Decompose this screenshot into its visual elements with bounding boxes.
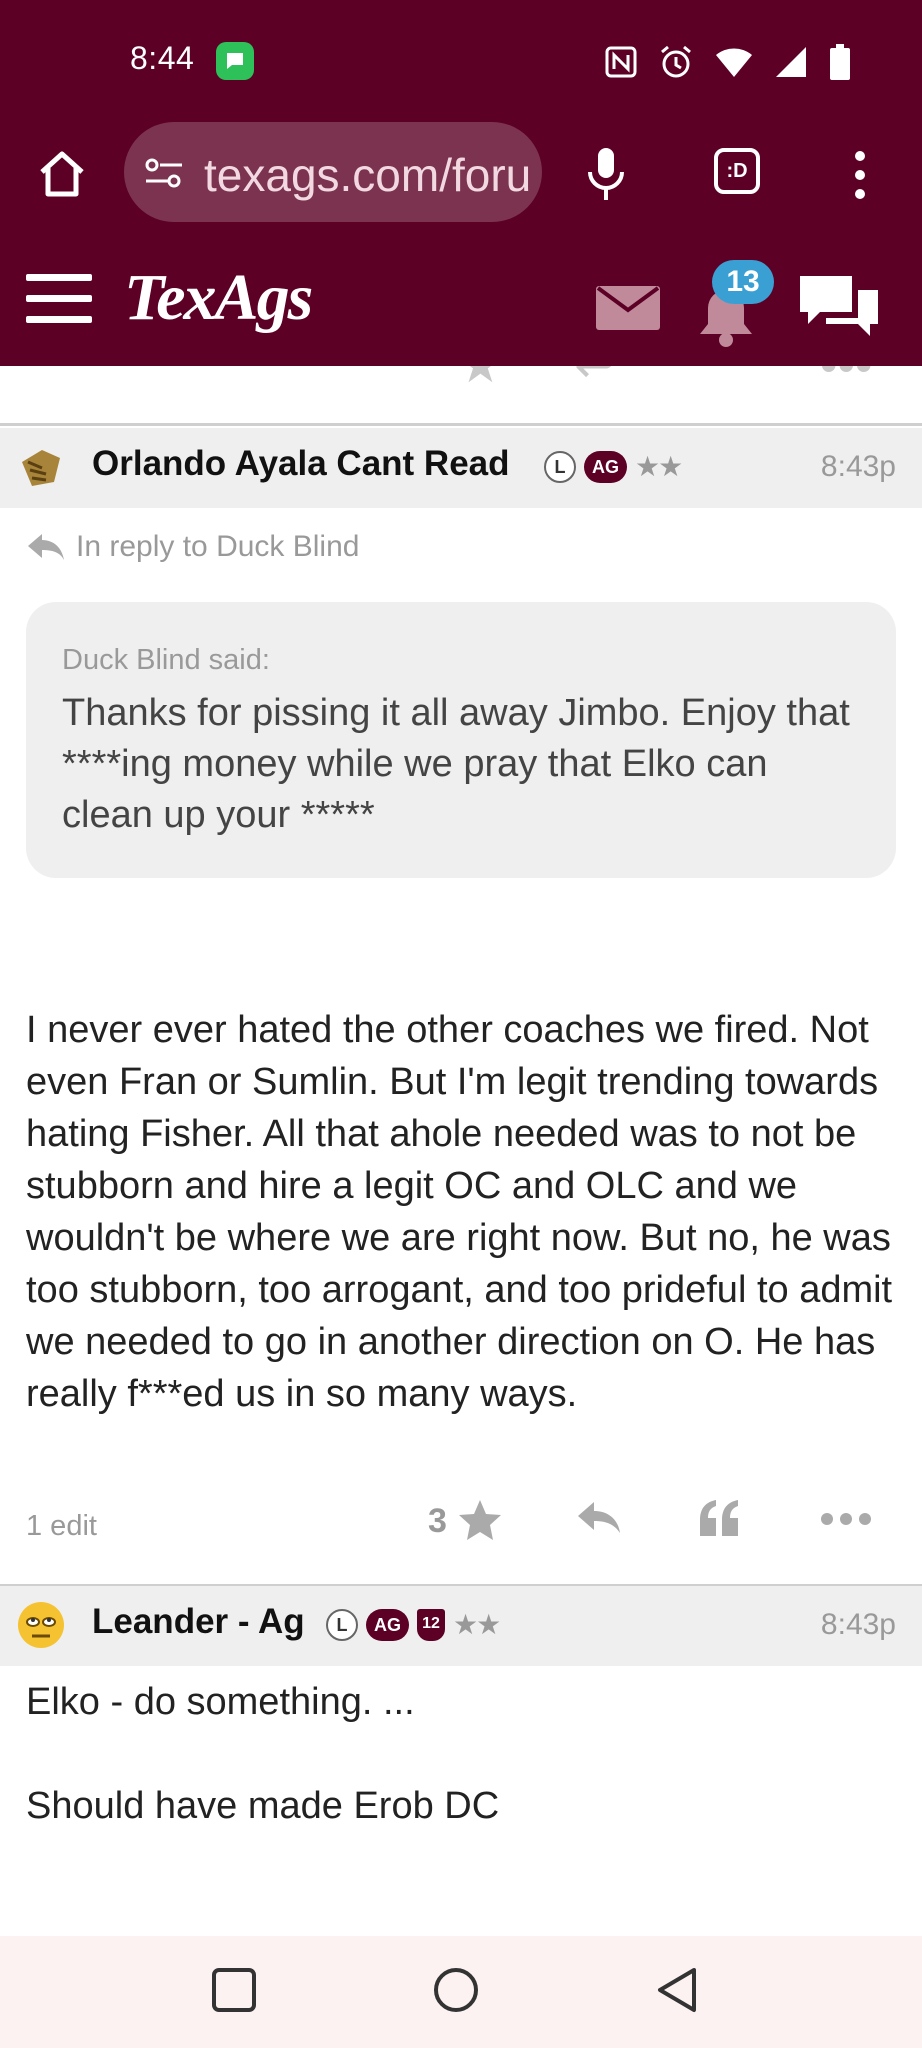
rank-stars: ★★ [453, 1609, 501, 1640]
edit-count[interactable]: 1 edit [26, 1510, 97, 1543]
post-footer: 1 edit 3 [0, 1492, 922, 1562]
reply-icon[interactable]: ↩ [574, 366, 616, 394]
ag-badge: AG [584, 450, 627, 483]
quote-text: Thanks for pissing it all away Jimbo. En… [62, 692, 850, 836]
more-icon[interactable]: ••• [820, 366, 873, 394]
url-text: texags.com/forums [204, 149, 529, 201]
chat-icon[interactable] [796, 272, 882, 340]
quote-icon[interactable] [698, 1498, 742, 1538]
post-body: Elko - do something. ... Should have mad… [26, 1676, 906, 1832]
rank-stars: ★★ [635, 451, 683, 482]
post-time[interactable]: 8:43p [821, 1608, 896, 1642]
signal-icon [776, 47, 806, 77]
site-header: TexAgs 13 [0, 230, 922, 366]
home-icon[interactable] [36, 148, 88, 200]
microphone-icon[interactable] [586, 144, 626, 204]
poster-name[interactable]: Orlando Ayala Cant Read [92, 444, 510, 484]
avatar[interactable] [16, 442, 66, 492]
ag-badge: AG [366, 1608, 409, 1641]
poster-name[interactable]: Leander - Ag [92, 1602, 305, 1642]
home-circle-icon[interactable] [432, 1966, 480, 2014]
reply-arrow-icon [28, 534, 64, 560]
more-options-icon[interactable] [852, 150, 868, 200]
12th-man-badge: 12 [417, 1608, 445, 1641]
more-icon[interactable] [820, 1512, 872, 1526]
quote-block: Duck Blind said: Thanks for pissing it a… [26, 602, 896, 878]
notification-count-badge: 13 [712, 260, 774, 304]
reply-to-link[interactable]: In reply to Duck Blind [26, 530, 359, 564]
post-body-line: Should have made Erob DC [26, 1785, 500, 1827]
hamburger-menu-icon[interactable] [26, 274, 92, 324]
avatar[interactable] [16, 1600, 66, 1650]
messages-app-icon [216, 42, 254, 80]
tab-switcher-button[interactable]: :D [714, 148, 760, 194]
system-navigation-bar [0, 1936, 922, 2048]
post-header: Orlando Ayala Cant Read L AG ★★ 8:43p [0, 428, 922, 508]
star-icon[interactable]: ★ [458, 366, 503, 394]
star-icon[interactable] [458, 1498, 502, 1542]
quote-author: Duck Blind said: [62, 644, 270, 676]
back-icon[interactable] [654, 1966, 702, 2014]
url-bar[interactable]: texags.com/forums [124, 122, 542, 222]
vote-count: 3 [428, 1502, 447, 1540]
lifetime-badge: L [544, 450, 576, 483]
texags-logo[interactable]: TexAgs [124, 260, 313, 336]
mail-icon[interactable] [596, 286, 660, 330]
post-body-line: Elko - do something. ... [26, 1681, 415, 1723]
wifi-icon [716, 48, 752, 77]
user-badges: L AG ★★ [544, 450, 683, 483]
previous-post-actions: ★ ↩ ❝ ••• [0, 366, 922, 426]
alarm-icon [661, 45, 691, 78]
status-bar: 8:44 [0, 0, 922, 120]
lifetime-badge: L [326, 1608, 358, 1641]
recents-icon[interactable] [210, 1966, 258, 2014]
reply-to-text: In reply to Duck Blind [76, 530, 360, 563]
reply-icon[interactable] [576, 1498, 622, 1538]
post-time[interactable]: 8:43p [821, 450, 896, 484]
status-time: 8:44 [130, 40, 195, 76]
browser-toolbar: texags.com/forums :D [0, 120, 922, 230]
user-badges: L AG 12 ★★ [326, 1608, 501, 1641]
post-header: Leander - Ag L AG 12 ★★ 8:43p [0, 1586, 922, 1666]
nfc-icon [605, 46, 637, 78]
quote-icon[interactable]: ❝ [696, 366, 723, 394]
status-icons [604, 44, 852, 80]
battery-icon [830, 44, 850, 80]
site-settings-icon[interactable] [144, 158, 184, 188]
post-body: I never ever hated the other coaches we … [26, 1009, 893, 1415]
